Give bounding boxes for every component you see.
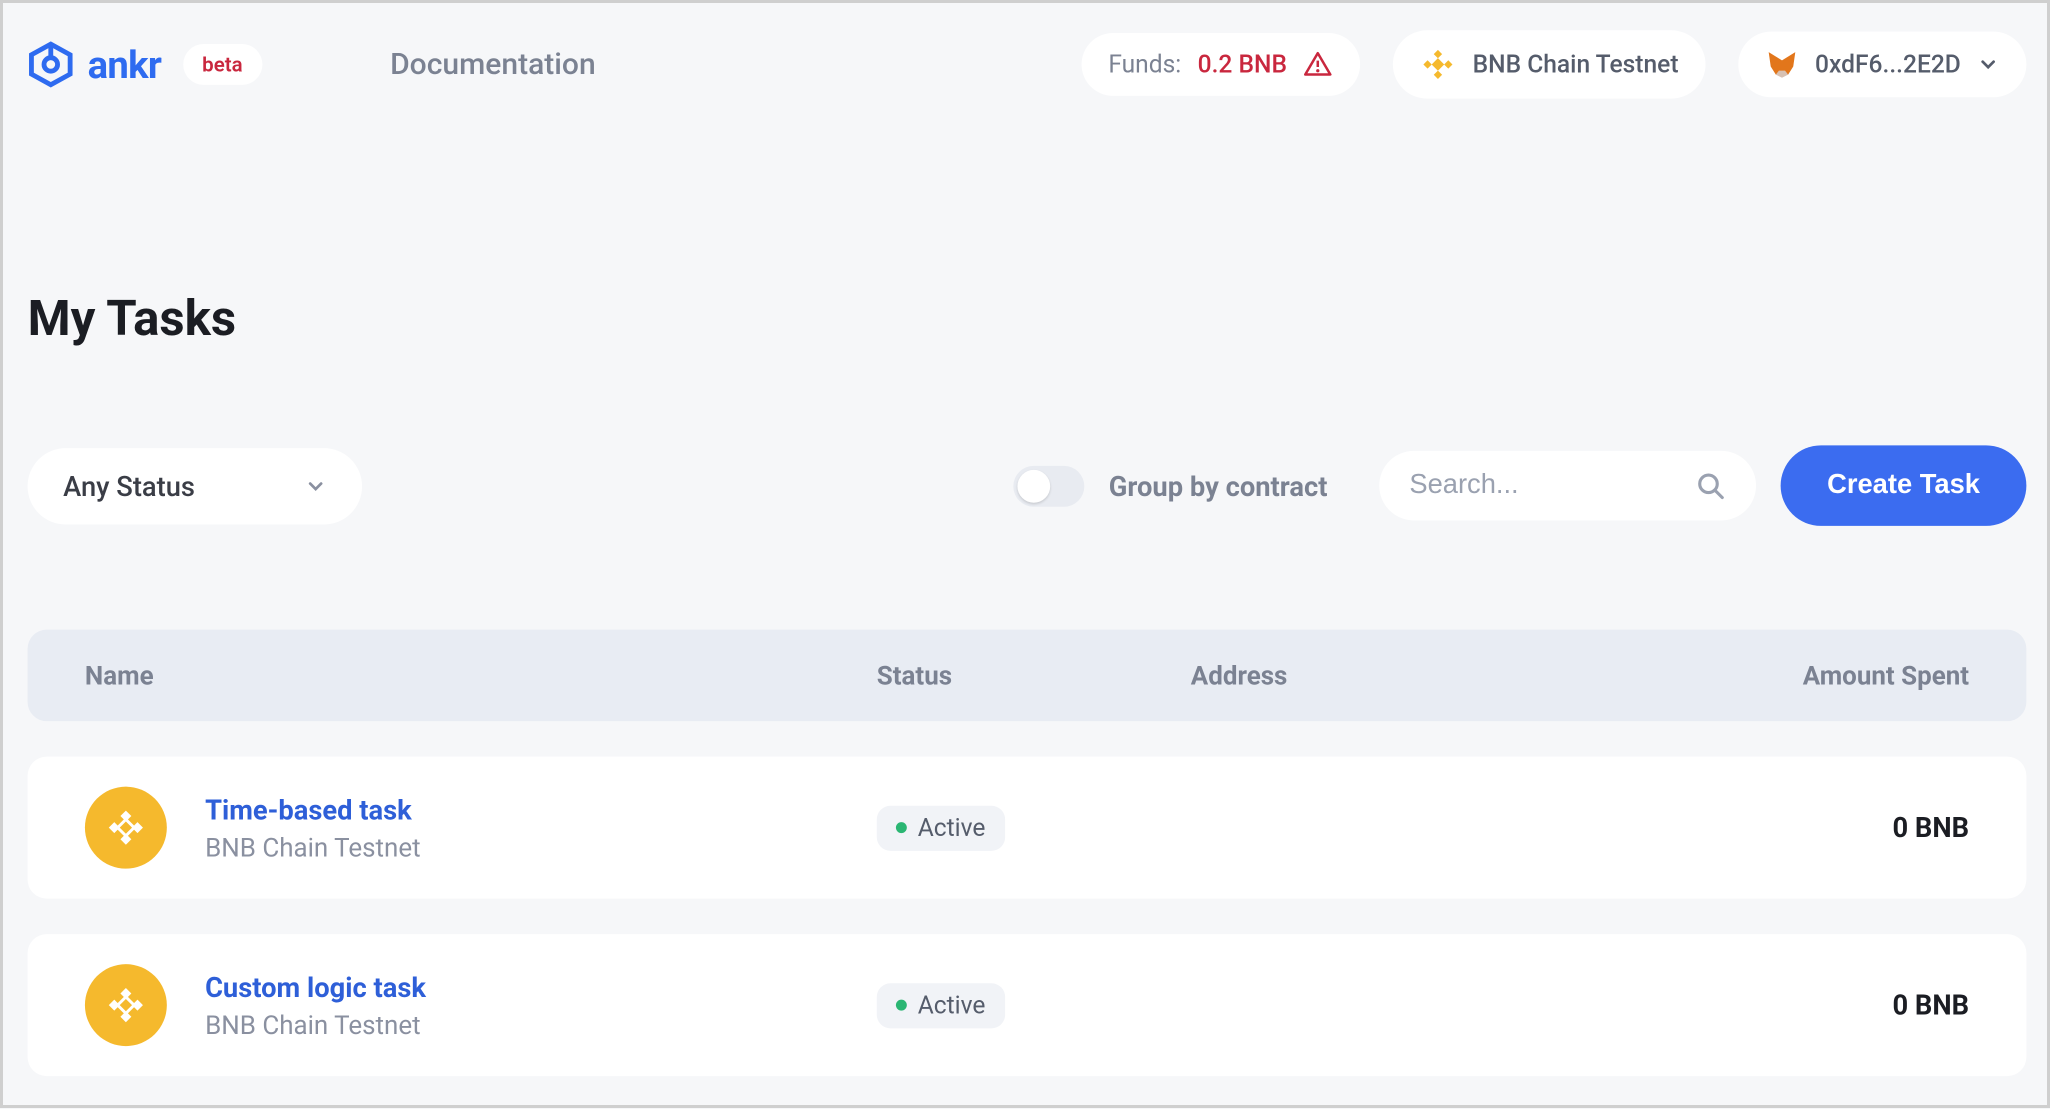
- funds-label: Funds:: [1108, 50, 1181, 79]
- metamask-icon: [1766, 48, 1799, 81]
- group-by-contract-label: Group by contract: [1109, 469, 1328, 502]
- search-icon: [1696, 471, 1726, 501]
- wallet-address: 0xdF6...2E2D: [1815, 50, 1961, 79]
- wallet-selector[interactable]: 0xdF6...2E2D: [1739, 32, 2027, 98]
- create-task-button[interactable]: Create Task: [1781, 445, 2027, 526]
- chevron-down-icon: [304, 475, 326, 497]
- bnb-chain-icon: [85, 964, 167, 1046]
- col-header-status: Status: [877, 660, 1191, 691]
- task-amount: 0 BNB: [1696, 989, 1969, 1022]
- status-filter-label: Any Status: [63, 469, 195, 502]
- task-amount: 0 BNB: [1696, 811, 1969, 844]
- status-badge: Active: [877, 983, 1005, 1028]
- chevron-down-icon: [1977, 54, 1999, 76]
- task-chain-label: BNB Chain Testnet: [205, 831, 421, 862]
- search-container: [1379, 451, 1756, 521]
- bnb-chain-icon: [1421, 47, 1456, 82]
- status-dot-icon: [896, 822, 907, 833]
- col-header-address: Address: [1191, 660, 1696, 691]
- task-chain-label: BNB Chain Testnet: [205, 1009, 426, 1040]
- task-name[interactable]: Custom logic task: [205, 970, 426, 1003]
- ankr-logo-icon: [28, 41, 74, 87]
- status-badge: Active: [877, 805, 1005, 850]
- page-title: My Tasks: [28, 290, 2027, 347]
- status-text: Active: [918, 991, 986, 1020]
- chain-name: BNB Chain Testnet: [1473, 50, 1679, 79]
- warning-icon: [1303, 49, 1333, 79]
- chain-selector[interactable]: BNB Chain Testnet: [1393, 30, 1705, 98]
- beta-badge: beta: [183, 44, 262, 85]
- task-name[interactable]: Time-based task: [205, 793, 421, 826]
- col-header-amount: Amount Spent: [1696, 660, 1969, 691]
- funds-value: 0.2 BNB: [1198, 50, 1287, 79]
- status-filter-dropdown[interactable]: Any Status: [28, 447, 362, 523]
- col-header-name: Name: [85, 660, 877, 691]
- header-bar: ankr beta Documentation Funds: 0.2 BNB: [28, 30, 2027, 98]
- controls-row: Any Status Group by contract Create Task: [28, 445, 2027, 526]
- table-header: Name Status Address Amount Spent: [28, 630, 2027, 721]
- brand-logo-area[interactable]: ankr beta: [28, 41, 262, 87]
- task-row[interactable]: Time-based task BNB Chain Testnet Active…: [28, 757, 2027, 899]
- brand-name: ankr: [88, 42, 162, 87]
- funds-pill[interactable]: Funds: 0.2 BNB: [1081, 33, 1361, 96]
- bnb-chain-icon: [85, 787, 167, 869]
- status-dot-icon: [896, 1000, 907, 1011]
- group-by-contract-toggle[interactable]: [1013, 465, 1084, 506]
- documentation-link[interactable]: Documentation: [390, 47, 596, 81]
- task-row[interactable]: Custom logic task BNB Chain Testnet Acti…: [28, 934, 2027, 1076]
- search-input[interactable]: [1409, 470, 1614, 501]
- status-text: Active: [918, 813, 986, 842]
